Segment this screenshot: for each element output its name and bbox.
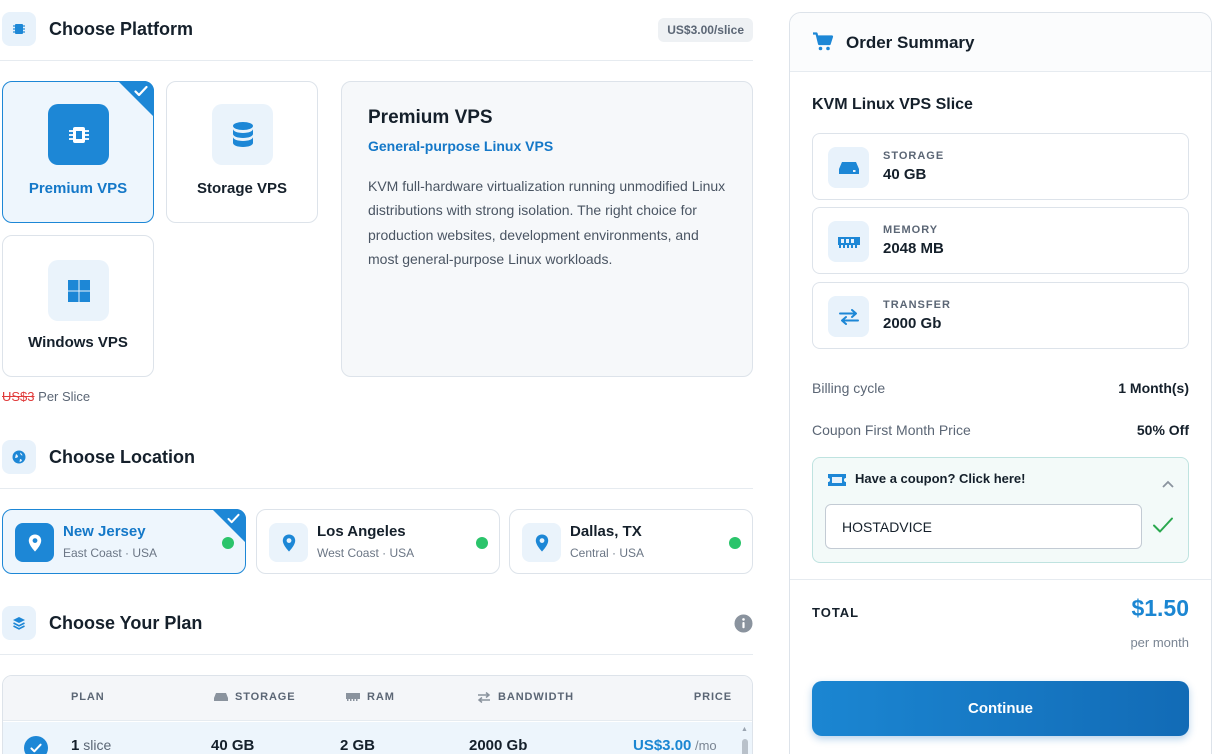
column-header-price: PRICE bbox=[693, 691, 732, 703]
location-region: West Coast · USA bbox=[317, 546, 415, 560]
plan-table: PLAN STORAGE RAM BANDWIDTH PRICE 1 slice… bbox=[2, 675, 753, 754]
column-header-plan: PLAN bbox=[71, 691, 105, 703]
per-slice-label: Per Slice bbox=[34, 389, 91, 404]
spec-value: 2048 MB bbox=[883, 240, 944, 257]
plan-slices: 1 slice bbox=[71, 737, 112, 754]
map-pin-icon bbox=[15, 523, 54, 562]
ticket-icon bbox=[828, 473, 846, 491]
plan-ram: 2 GB bbox=[340, 737, 376, 754]
location-region: Central · USA bbox=[570, 546, 645, 560]
column-header-ram: RAM bbox=[346, 691, 395, 703]
billing-cycle-label: Billing cycle bbox=[812, 380, 886, 396]
continue-button[interactable]: Continue bbox=[812, 681, 1189, 736]
memory-icon bbox=[828, 221, 869, 262]
per-slice-price-note: US$3 Per Slice bbox=[2, 389, 90, 404]
divider bbox=[790, 579, 1211, 580]
spec-storage: STORAGE 40 GB bbox=[812, 133, 1189, 200]
location-name: Dallas, TX bbox=[570, 523, 642, 540]
online-status-dot bbox=[476, 537, 488, 549]
column-header-bandwidth: BANDWIDTH bbox=[477, 691, 574, 703]
plan-bandwidth: 2000 Gb bbox=[469, 737, 528, 754]
selected-check-icon bbox=[212, 509, 246, 543]
platform-card-label: Windows VPS bbox=[28, 334, 128, 351]
coupon-valid-check-icon bbox=[1152, 516, 1174, 539]
check-circle-icon[interactable] bbox=[24, 736, 48, 754]
online-status-dot bbox=[729, 537, 741, 549]
platform-card-premium-vps[interactable]: Premium VPS bbox=[2, 81, 154, 223]
coupon-price-label: Coupon First Month Price bbox=[812, 422, 971, 438]
transfer-arrows-icon bbox=[477, 691, 491, 703]
platform-description-panel: Premium VPS General-purpose Linux VPS KV… bbox=[341, 81, 753, 377]
total-period: per month bbox=[1130, 635, 1189, 650]
spec-value: 2000 Gb bbox=[883, 315, 942, 332]
total-label: TOTAL bbox=[812, 605, 860, 620]
location-section-header: Choose Location bbox=[0, 428, 753, 489]
platform-card-label: Premium VPS bbox=[28, 180, 128, 197]
cpu-chip-icon bbox=[48, 104, 109, 165]
table-row[interactable]: 1 slice 40 GB 2 GB 2000 Gb US$3.00 /mo bbox=[3, 722, 752, 754]
shopping-cart-icon bbox=[812, 32, 834, 57]
cpu-chip-icon bbox=[2, 12, 36, 46]
location-card-new-jersey[interactable]: New Jersey East Coast · USA bbox=[2, 509, 246, 574]
spec-value: 40 GB bbox=[883, 166, 927, 183]
location-name: New Jersey bbox=[63, 523, 146, 540]
spec-label: STORAGE bbox=[883, 150, 945, 162]
location-card-los-angeles[interactable]: Los Angeles West Coast · USA bbox=[256, 509, 500, 574]
globe-icon bbox=[2, 440, 36, 474]
chevron-up-icon[interactable] bbox=[1162, 475, 1174, 493]
table-scrollbar[interactable]: ▲ bbox=[740, 723, 750, 754]
plan-section-title: Choose Your Plan bbox=[49, 613, 203, 633]
price-per-slice-badge: US$3.00/slice bbox=[658, 18, 753, 42]
platform-description-subtitle: General-purpose Linux VPS bbox=[368, 138, 554, 154]
plan-table-header: PLAN STORAGE RAM BANDWIDTH PRICE bbox=[3, 676, 752, 721]
location-card-dallas[interactable]: Dallas, TX Central · USA bbox=[509, 509, 753, 574]
plan-storage: 40 GB bbox=[211, 737, 255, 754]
spec-label: MEMORY bbox=[883, 224, 939, 236]
platform-section-header: Choose Platform US$3.00/slice bbox=[0, 0, 753, 61]
selected-check-icon bbox=[118, 81, 154, 117]
layers-icon bbox=[2, 606, 36, 640]
transfer-arrows-icon bbox=[828, 296, 869, 337]
spec-memory: MEMORY 2048 MB bbox=[812, 207, 1189, 274]
total-price: $1.50 bbox=[1131, 595, 1189, 621]
coupon-price-value: 50% Off bbox=[1136, 422, 1189, 438]
platform-section-title: Choose Platform bbox=[49, 19, 194, 39]
plan-price: US$3.00 /mo bbox=[633, 737, 717, 754]
scrollbar-thumb[interactable] bbox=[742, 739, 748, 754]
summary-product-name: KVM Linux VPS Slice bbox=[812, 96, 973, 113]
location-section-title: Choose Location bbox=[49, 447, 196, 467]
plan-section-header: Choose Your Plan bbox=[0, 594, 753, 655]
platform-card-label: Storage VPS bbox=[196, 180, 288, 197]
database-icon bbox=[212, 104, 273, 165]
platform-description-title: Premium VPS bbox=[368, 107, 493, 128]
hard-drive-icon bbox=[214, 693, 228, 701]
location-name: Los Angeles bbox=[317, 523, 406, 540]
billing-cycle-value: 1 Month(s) bbox=[1118, 380, 1189, 396]
column-header-storage: STORAGE bbox=[214, 691, 296, 703]
platform-description-body: KVM full-hardware virtualization running… bbox=[368, 178, 726, 267]
map-pin-icon bbox=[522, 523, 561, 562]
map-pin-icon bbox=[269, 523, 308, 562]
order-summary-title: Order Summary bbox=[846, 33, 975, 52]
coupon-code-input[interactable] bbox=[825, 504, 1142, 549]
old-price: US$3 bbox=[2, 389, 35, 404]
location-region: East Coast · USA bbox=[63, 546, 158, 560]
coupon-toggle[interactable]: Have a coupon? Click here! bbox=[855, 471, 1026, 486]
platform-card-storage-vps[interactable]: Storage VPS bbox=[166, 81, 318, 223]
hard-drive-icon bbox=[828, 147, 869, 188]
platform-card-windows-vps[interactable]: Windows VPS bbox=[2, 235, 154, 377]
info-icon[interactable] bbox=[734, 614, 753, 638]
spec-label: TRANSFER bbox=[883, 299, 951, 311]
order-summary-header: Order Summary bbox=[790, 13, 1211, 72]
order-summary-panel: Order Summary KVM Linux VPS Slice STORAG… bbox=[789, 12, 1212, 754]
spec-transfer: TRANSFER 2000 Gb bbox=[812, 282, 1189, 349]
coupon-box: Have a coupon? Click here! bbox=[812, 457, 1189, 563]
scroll-up-arrow-icon[interactable]: ▲ bbox=[741, 726, 748, 733]
windows-icon bbox=[48, 260, 109, 321]
memory-icon bbox=[346, 693, 360, 701]
